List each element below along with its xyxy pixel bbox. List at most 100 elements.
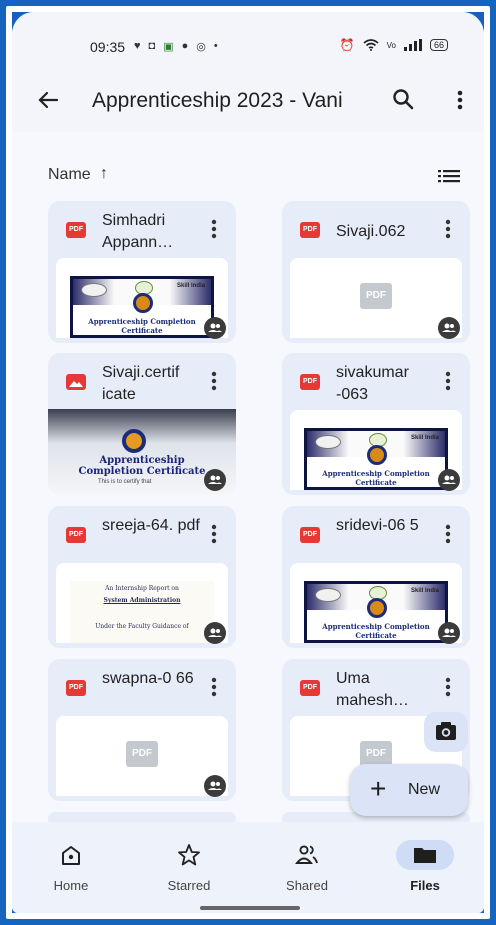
file-card[interactable]: Sivaji.certif icate Apprenticeship Comple… (48, 353, 236, 495)
file-name: sivakumar -063 (336, 364, 409, 403)
nav-files-label: Files (410, 878, 440, 893)
nav-home[interactable]: Home (12, 822, 130, 913)
more-vert-icon (211, 371, 217, 391)
more-vert-icon (445, 677, 451, 697)
folder-icon (396, 840, 454, 870)
sort-arrow-icon[interactable]: ↑ (100, 165, 108, 183)
file-card[interactable]: PDF swapna-0 66 PDF (48, 659, 236, 801)
nav-files[interactable]: Files (366, 822, 484, 913)
pdf-placeholder-icon: PDF (360, 283, 392, 309)
more-vert-icon (211, 219, 217, 239)
shared-badge-icon (204, 775, 226, 797)
more-options-button[interactable] (448, 84, 472, 116)
search-icon (393, 89, 414, 110)
camera-icon (436, 722, 456, 740)
nav-starred-label: Starred (167, 878, 211, 893)
notification-icon-6: • (213, 40, 218, 52)
more-vert-icon (457, 90, 463, 110)
certificate-thumbnail: Skill India Apprenticeship Completion Ce… (70, 276, 214, 338)
more-vert-icon (445, 219, 451, 239)
battery-icon: 66 (429, 39, 448, 51)
notification-icon-5: ◎ (196, 41, 206, 53)
pdf-file-icon: PDF (66, 222, 86, 238)
file-thumbnail: Skill India Apprenticeship Completion Ce… (290, 563, 462, 643)
file-more-button[interactable] (204, 367, 224, 395)
image-file-icon (66, 374, 86, 390)
file-name: Sivaji.062 (336, 223, 406, 240)
file-more-button[interactable] (438, 520, 458, 548)
file-more-button[interactable] (204, 520, 224, 548)
file-card[interactable]: PDF sivakumar -063 Skill India Apprentic… (282, 353, 470, 495)
signal-icon (403, 39, 422, 51)
more-vert-icon (445, 371, 451, 391)
more-vert-icon (211, 524, 217, 544)
shared-badge-icon (438, 317, 460, 339)
file-card[interactable]: PDF Simhadri Appann… Skill India Apprent… (48, 201, 236, 343)
back-button[interactable] (32, 84, 64, 116)
notification-icons: ♥ ◘ ▣ ● ◎ • (134, 40, 218, 53)
folder-title: Apprenticeship 2023 - Vani (92, 89, 343, 112)
nav-starred[interactable]: Starred (130, 822, 248, 913)
file-thumbnail: Skill India Apprenticeship Completion Ce… (56, 258, 228, 338)
sort-row: Name ↑ (12, 162, 484, 192)
file-more-button[interactable] (438, 367, 458, 395)
file-name: swapna-0 66 (102, 670, 194, 687)
more-vert-icon (211, 677, 217, 697)
scan-camera-button[interactable] (424, 712, 468, 752)
pdf-placeholder-icon: PDF (126, 741, 158, 767)
phone-screen: 09:35 ♥ ◘ ▣ ● ◎ • ⏰ Vo 66 Apprenticeship… (12, 12, 484, 913)
notification-icon-1: ♥ (134, 40, 141, 52)
nav-home-label: Home (53, 878, 89, 893)
home-icon (56, 840, 86, 870)
pdf-file-icon: PDF (300, 222, 320, 238)
nav-shared[interactable]: Shared (248, 822, 366, 913)
nav-shared-label: Shared (286, 878, 328, 893)
file-more-button[interactable] (204, 673, 224, 701)
pdf-file-icon: PDF (300, 374, 320, 390)
new-button[interactable]: + New (350, 764, 468, 816)
file-name: Sivaji.certif icate (102, 364, 180, 403)
sort-by-name-button[interactable]: Name (48, 166, 91, 184)
shared-badge-icon (204, 317, 226, 339)
file-more-button[interactable] (204, 215, 224, 243)
system-icons: ⏰ Vo 66 (340, 38, 448, 52)
volte-icon: Vo (386, 40, 396, 50)
shared-icon (292, 840, 322, 870)
pdf-file-icon: PDF (66, 527, 86, 543)
new-button-label: New (408, 781, 441, 798)
file-card[interactable]: PDF sridevi-06 5 Skill India Apprentices… (282, 506, 470, 648)
file-card[interactable]: PDF Sivaji.062 PDF (282, 201, 470, 343)
wifi-icon (363, 39, 379, 51)
file-more-button[interactable] (438, 215, 458, 243)
file-thumbnail: PDF (56, 716, 228, 796)
search-button[interactable] (388, 84, 420, 116)
file-more-button[interactable] (438, 673, 458, 701)
gesture-bar (200, 906, 300, 910)
more-vert-icon (445, 524, 451, 544)
plus-icon: + (370, 773, 387, 804)
file-card[interactable]: PDF sreeja-64. pdf An Internship Report … (48, 506, 236, 648)
pdf-file-icon: PDF (300, 680, 320, 696)
bottom-navigation: Home Starred Shared Files (12, 822, 484, 913)
list-view-button[interactable] (436, 164, 462, 188)
notification-icon-4: ● (181, 40, 189, 52)
certificate-thumbnail: Skill India Apprenticeship Completion Ce… (304, 581, 448, 643)
file-thumbnail: An Internship Report on System Administr… (56, 563, 228, 643)
shared-badge-icon (204, 622, 226, 644)
file-name: Uma mahesh… (336, 670, 409, 709)
pdf-file-icon: PDF (300, 527, 320, 543)
list-view-icon (438, 170, 460, 183)
file-name: sreeja-64. pdf (102, 517, 200, 534)
notification-icon-2: ◘ (148, 40, 156, 52)
shared-badge-icon (438, 622, 460, 644)
pdf-file-icon: PDF (66, 680, 86, 696)
notification-icon-3: ▣ (163, 41, 174, 53)
file-name: sridevi-06 5 (336, 517, 419, 534)
top-app-bar: Apprenticeship 2023 - Vani (12, 68, 484, 132)
status-time: 09:35 (90, 39, 126, 55)
star-icon (174, 840, 204, 870)
shared-badge-icon (438, 469, 460, 491)
report-thumbnail: An Internship Report on System Administr… (70, 581, 214, 643)
shared-badge-icon (204, 469, 226, 491)
arrow-back-icon (38, 91, 59, 109)
